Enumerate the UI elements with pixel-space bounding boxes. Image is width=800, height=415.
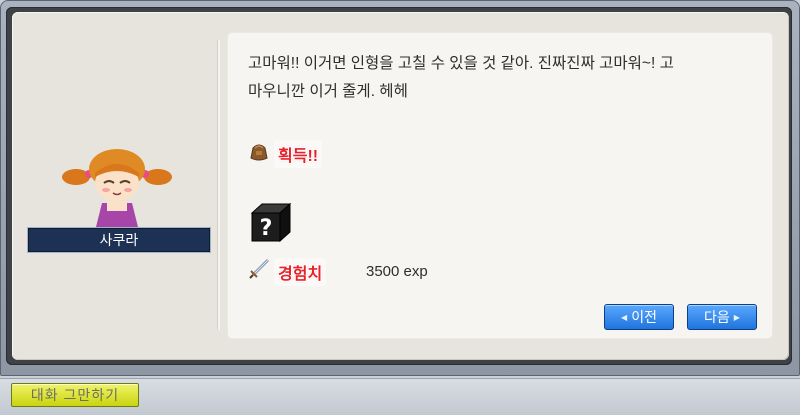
end-chat-button[interactable]: 대화 그만하기: [11, 383, 139, 407]
next-button[interactable]: 다음 ▶: [687, 304, 757, 330]
panel-divider: [218, 40, 220, 330]
dialogue-line-2: 마우니깐 이거 줄게. 헤헤: [248, 83, 408, 100]
exp-value: 3500 exp: [366, 263, 428, 280]
prev-button[interactable]: ◀ 이전: [604, 304, 674, 330]
arrow-left-icon: ◀: [621, 312, 628, 322]
prev-button-label: 이전: [631, 309, 657, 325]
exp-label: 경험치: [274, 258, 327, 286]
mystery-item-icon[interactable]: ?: [248, 201, 292, 243]
obtain-label: 획득!!: [274, 140, 323, 168]
dialogue-line-1: 고마워!! 이거면 인형을 고칠 수 있을 것 같아. 진짜진짜 고마워~! 고: [248, 55, 674, 72]
bag-icon: [250, 144, 268, 161]
sword-icon: [249, 258, 270, 279]
npc-nameplate: 사쿠라: [27, 227, 211, 253]
npc-portrait: [62, 149, 172, 233]
arrow-right-icon: ▶: [733, 312, 740, 322]
svg-text:?: ?: [260, 216, 273, 241]
next-button-label: 다음: [704, 309, 730, 325]
